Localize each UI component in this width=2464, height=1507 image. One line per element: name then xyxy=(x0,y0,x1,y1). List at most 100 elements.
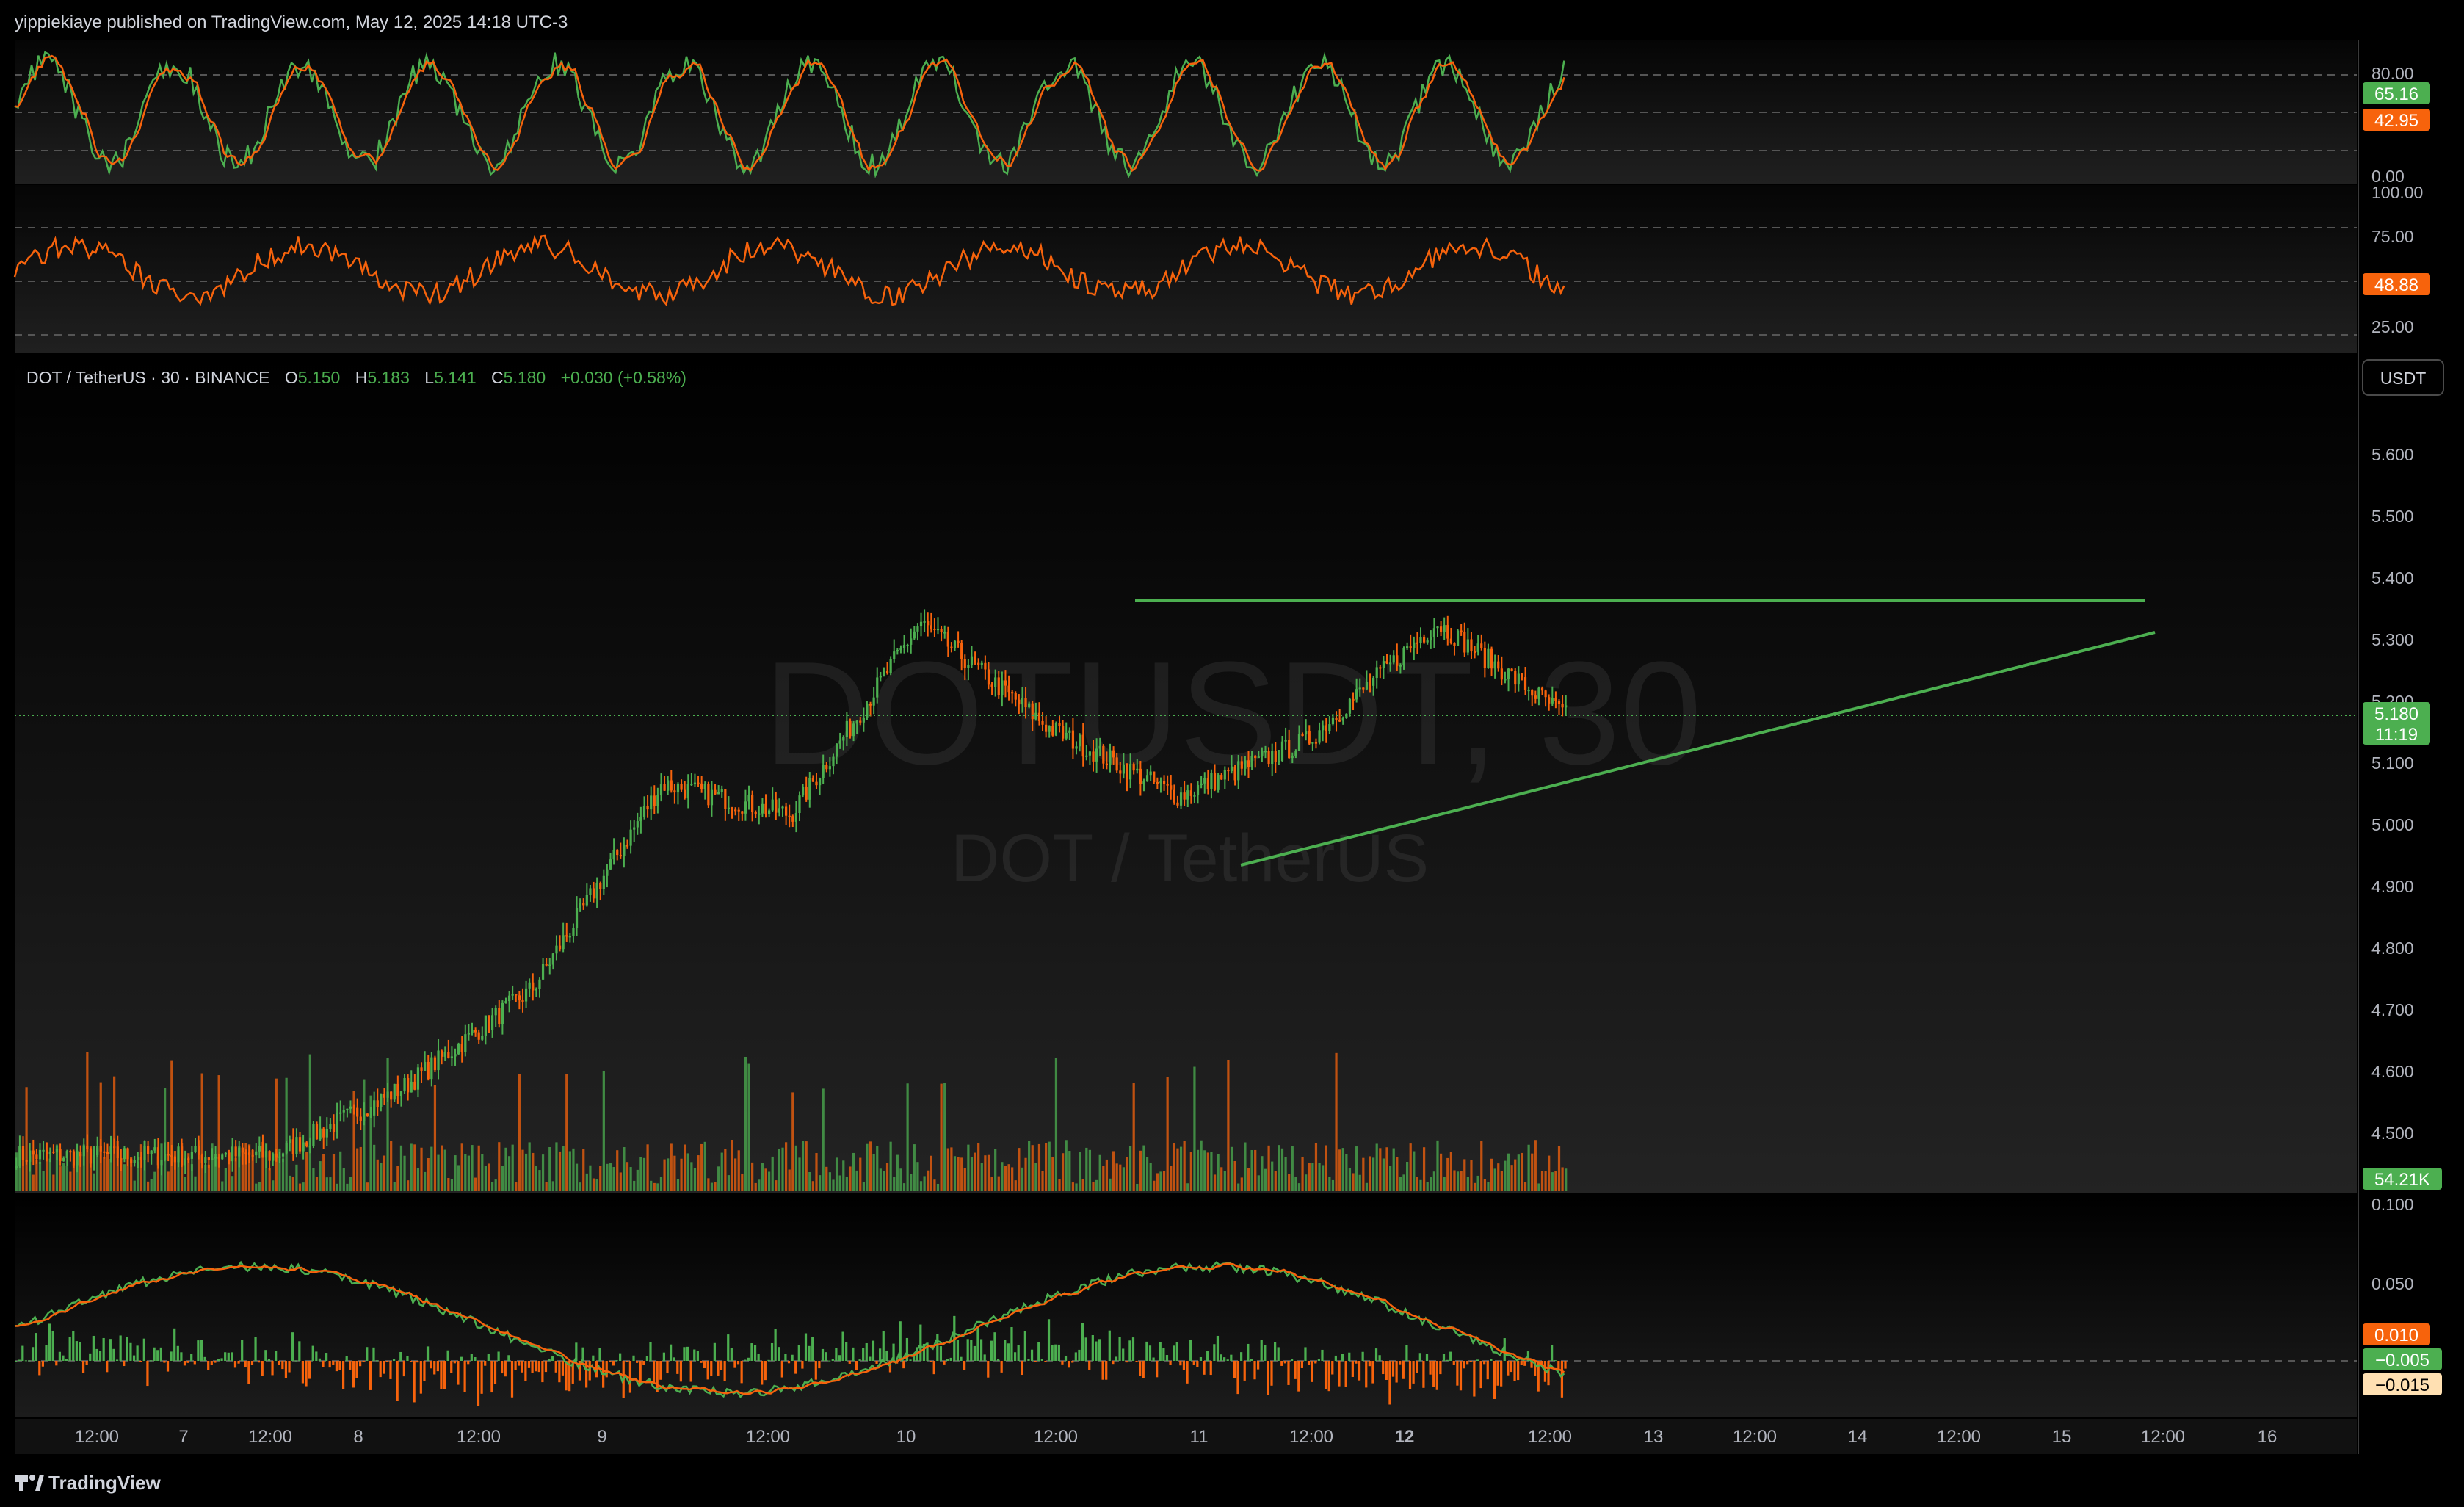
candle-body xyxy=(1092,751,1095,762)
candle-body xyxy=(275,1153,278,1158)
macd-hist-bar xyxy=(1220,1354,1222,1361)
candle-body xyxy=(1463,632,1466,653)
candle-body xyxy=(86,1146,89,1149)
volume-bar xyxy=(805,1141,808,1191)
chart-canvas[interactable]: yippiekiaye published on TradingView.com… xyxy=(0,0,2464,1507)
volume-bar xyxy=(153,1171,156,1191)
macd-hist-bar xyxy=(21,1345,24,1361)
tradingview-logo[interactable]: TradingView xyxy=(15,1472,161,1494)
macd-hist-bar xyxy=(1186,1361,1189,1384)
macd-hist-bar xyxy=(1334,1355,1337,1361)
candle-body xyxy=(373,1100,376,1116)
volume-bar xyxy=(281,1158,285,1191)
macd-hist-bar xyxy=(271,1361,274,1376)
candle-body xyxy=(1166,784,1169,786)
candle-body xyxy=(490,1015,494,1030)
candle-body xyxy=(477,1032,480,1040)
macd-hist-bar xyxy=(480,1361,483,1394)
candle-body xyxy=(228,1152,231,1162)
volume-bar xyxy=(727,1175,731,1191)
volume-bar xyxy=(1257,1175,1260,1191)
macd-hist-bar xyxy=(1000,1361,1003,1373)
volume-bar xyxy=(575,1163,579,1191)
volume-bar xyxy=(784,1142,788,1191)
volume-bar xyxy=(1466,1177,1469,1191)
candle-body xyxy=(1510,668,1513,671)
candle-body xyxy=(424,1061,427,1071)
macd-hist-bar xyxy=(1517,1361,1520,1381)
volume-bar xyxy=(373,1144,376,1191)
macd-hist-bar xyxy=(1408,1361,1412,1389)
macd-hist-bar xyxy=(298,1341,301,1361)
candle-body xyxy=(150,1150,153,1154)
price-scale[interactable] xyxy=(2358,40,2464,1454)
candle-body xyxy=(156,1147,160,1166)
volume-bar xyxy=(1531,1153,1534,1191)
candle-body xyxy=(244,1152,247,1154)
volume-bar xyxy=(707,1178,710,1191)
volume-bar xyxy=(363,1079,366,1191)
macd-hist-bar xyxy=(1034,1361,1037,1362)
volume-bar xyxy=(1153,1180,1156,1191)
macd-hist-bar xyxy=(1449,1351,1452,1361)
macd-hist-bar xyxy=(1432,1361,1435,1387)
macd-hist-bar xyxy=(983,1354,986,1361)
volume-bar xyxy=(960,1157,963,1191)
macd-hist-bar xyxy=(484,1361,487,1366)
volume-bar xyxy=(1264,1168,1267,1191)
volume-bar xyxy=(1071,1182,1075,1191)
macd-hist-bar xyxy=(1520,1361,1523,1365)
volume-bar xyxy=(845,1176,848,1191)
macd-hist-bar xyxy=(406,1356,409,1361)
candle-body xyxy=(1213,773,1217,790)
candle-body xyxy=(521,1000,524,1002)
candle-body xyxy=(467,1033,471,1035)
candle-body xyxy=(535,989,537,991)
volume-bar xyxy=(255,1183,258,1191)
candle-body xyxy=(366,1113,369,1116)
macd-hist-bar xyxy=(38,1361,41,1376)
candle-body xyxy=(670,780,673,791)
macd-hist-bar xyxy=(973,1345,976,1361)
candle-body xyxy=(1048,726,1051,732)
candle-body xyxy=(200,1154,203,1163)
macd-hist-bar xyxy=(1135,1361,1138,1362)
macd-hist-bar xyxy=(1078,1349,1081,1361)
macd-hist-bar xyxy=(1374,1348,1378,1361)
time-axis[interactable] xyxy=(15,1419,2357,1454)
macd-hist-bar xyxy=(1148,1345,1152,1361)
macd-hist-bar xyxy=(1493,1361,1496,1399)
macd-hist-bar xyxy=(521,1361,523,1373)
price-tick: 4.900 xyxy=(2371,877,2414,896)
macd-hist-bar xyxy=(112,1348,115,1361)
macd-hist-bar xyxy=(717,1361,720,1376)
macd-hist-bar xyxy=(129,1342,132,1361)
candle-body xyxy=(416,1067,420,1090)
candle-body xyxy=(1254,756,1257,759)
macd-hist-bar xyxy=(723,1361,726,1381)
macd-pane[interactable] xyxy=(15,1196,2357,1417)
macd-hist-bar xyxy=(1290,1359,1294,1361)
volume-bar xyxy=(579,1182,581,1191)
macd-hist-bar xyxy=(652,1361,656,1384)
volume-bar xyxy=(221,1181,224,1191)
macd-hist-bar xyxy=(1297,1361,1300,1392)
volume-bar xyxy=(1045,1143,1048,1191)
macd-hist-bar xyxy=(166,1361,170,1372)
macd-hist-bar xyxy=(1057,1344,1060,1361)
macd-hist-bar xyxy=(1300,1361,1303,1368)
macd-hist-bar xyxy=(318,1358,322,1361)
volume-bar xyxy=(885,1163,889,1191)
candle-body xyxy=(1362,687,1365,690)
macd-hist-bar xyxy=(1429,1361,1432,1375)
volume-bar xyxy=(490,1182,494,1191)
macd-hist-bar xyxy=(636,1361,639,1363)
volume-bar xyxy=(305,1152,308,1191)
volume-bar xyxy=(420,1147,423,1191)
macd-hist-bar xyxy=(18,1359,21,1361)
candle-body xyxy=(963,659,966,668)
volume-bar xyxy=(943,1083,946,1191)
volume-bar xyxy=(38,1162,42,1191)
candle-body xyxy=(319,1128,322,1140)
candle-body xyxy=(781,806,784,809)
